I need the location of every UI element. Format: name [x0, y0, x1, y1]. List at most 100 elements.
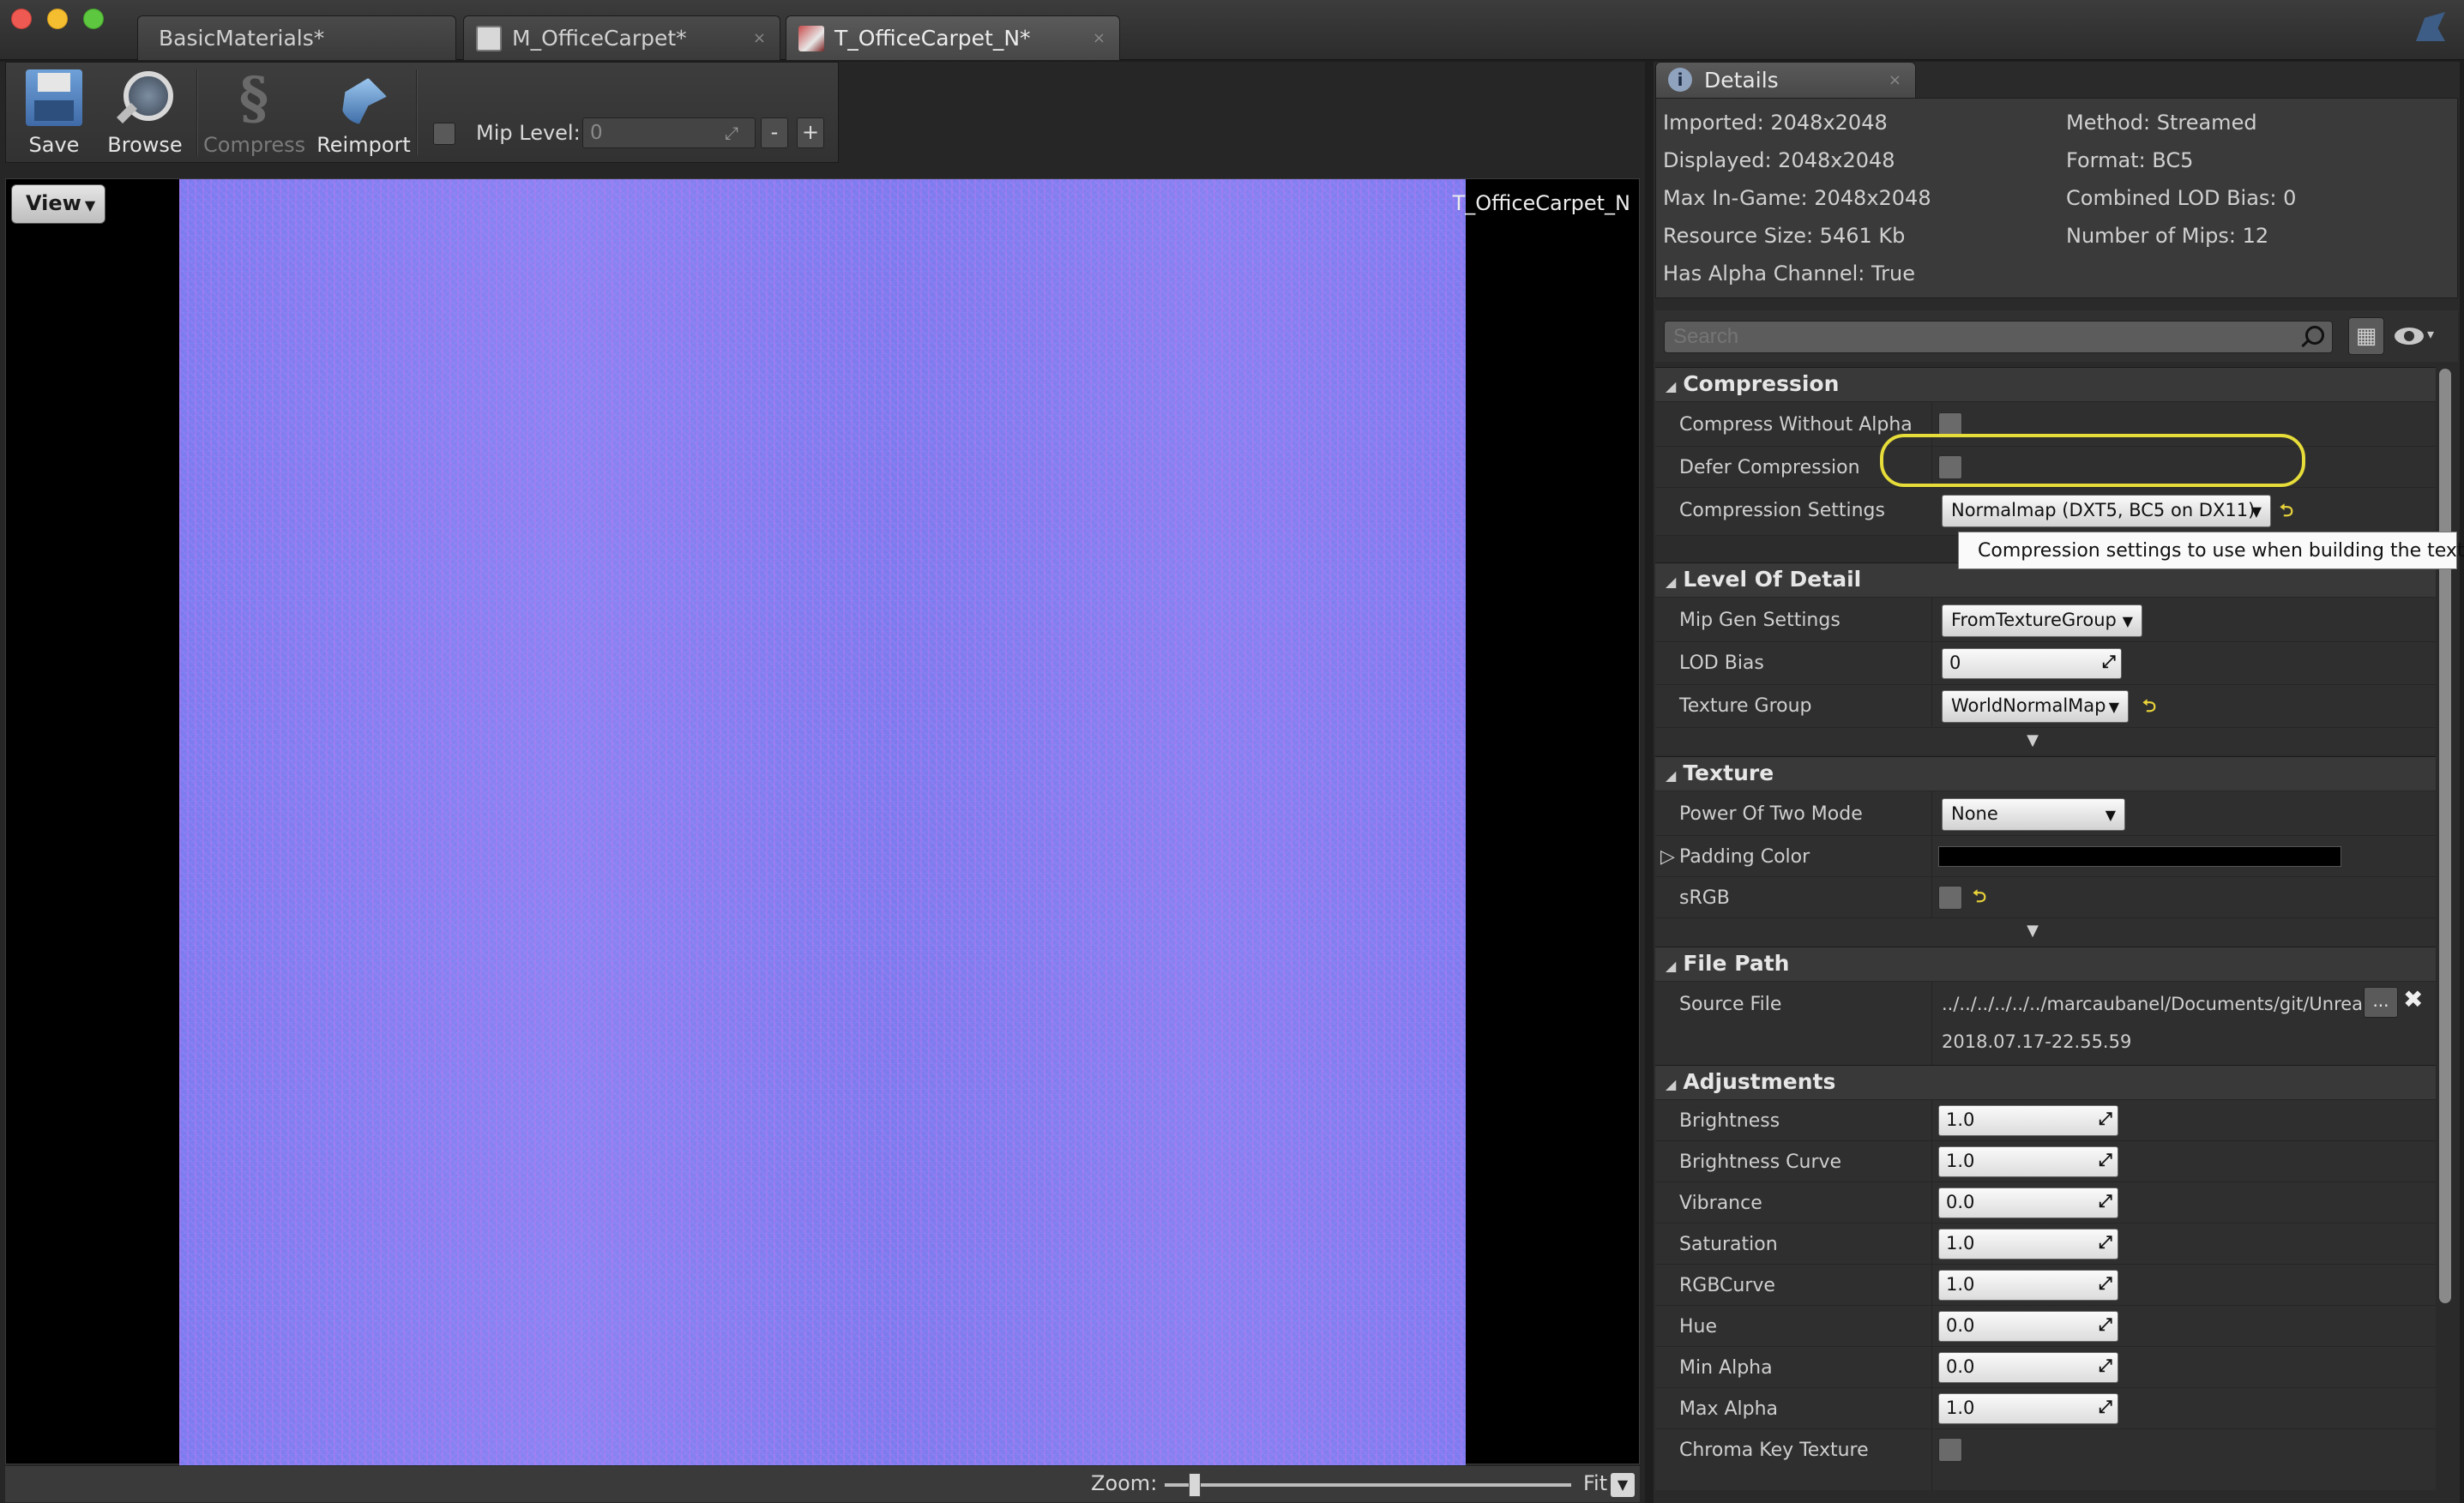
reimport-button[interactable]: Reimport [313, 66, 414, 160]
reset-to-default-icon[interactable]: ⮌ [2142, 694, 2156, 723]
property-label: Power Of Two Mode [1679, 803, 1863, 825]
clear-icon[interactable]: ✖ [2403, 985, 2423, 1013]
info-number-of-mips: Number of Mips: 12 [2066, 224, 2269, 248]
collapse-triangle-icon: ◢ [1666, 378, 1677, 394]
save-label: Save [28, 133, 80, 157]
view-menu-button[interactable]: View ▼ [11, 184, 105, 224]
chevron-down-icon: ▼ [2108, 699, 2119, 715]
category-title: File Path [1683, 951, 1790, 976]
property-label: Brightness [1679, 1110, 1780, 1132]
input-value: 0.0 [1946, 1315, 1975, 1336]
power-of-two-mode-dropdown[interactable]: None ▼ [1942, 798, 2125, 831]
collapse-triangle-icon: ◢ [1666, 958, 1677, 974]
mip-level-checkbox[interactable] [433, 123, 455, 145]
chevron-down-icon[interactable]: ▼ [2015, 731, 2050, 750]
property-matrix-button[interactable]: ▦ [2348, 317, 2384, 355]
chevron-down-icon[interactable]: ▾ [2427, 326, 2434, 342]
info-imported: Imported: 2048x2048 [1663, 111, 1888, 135]
min-alpha-input[interactable]: 0.0 ⤢ [1938, 1352, 2118, 1383]
category-title: Texture [1683, 761, 1774, 785]
compress-button[interactable]: § Compress [203, 66, 305, 160]
column-divider [1931, 1182, 1932, 1223]
info-resource-size: Resource Size: 5461 Kb [1663, 224, 1906, 248]
zoom-slider-track[interactable] [1165, 1483, 1571, 1487]
chevron-down-icon[interactable]: ▼ [2015, 922, 2050, 941]
reset-to-default-icon[interactable]: ⮌ [1973, 884, 1986, 913]
tab-close-icon[interactable]: × [1889, 71, 1901, 89]
tab-close-icon[interactable]: × [753, 29, 766, 47]
category-compression[interactable]: ◢ Compression [1655, 367, 2436, 401]
category-texture[interactable]: ◢ Texture [1655, 756, 2436, 791]
column-divider [1931, 1223, 1932, 1264]
zoom-dropdown-button[interactable]: ▼ [1611, 1473, 1635, 1497]
column-divider [1931, 791, 1932, 835]
max-alpha-input[interactable]: 1.0 ⤢ [1938, 1393, 2118, 1424]
search-input[interactable] [1664, 321, 2333, 353]
srgb-checkbox[interactable] [1938, 886, 1962, 910]
column-divider [1931, 836, 1932, 876]
mip-gen-settings-dropdown[interactable]: FromTextureGroup ▼ [1942, 604, 2142, 637]
tab-close-icon[interactable]: × [1093, 29, 1105, 47]
tab-m-officecarpet[interactable]: M_OfficeCarpet* × [463, 15, 780, 60]
floppy-disk-icon [26, 69, 82, 126]
eye-icon[interactable] [2395, 328, 2424, 345]
expand-triangle-icon[interactable]: ▷ [1660, 846, 1675, 868]
info-has-alpha: Has Alpha Channel: True [1663, 262, 1915, 286]
save-button[interactable]: Save [9, 66, 99, 160]
chevron-down-icon: ▼ [2105, 807, 2116, 823]
category-file-path[interactable]: ◢ File Path [1655, 947, 2436, 981]
info-method: Method: Streamed [2066, 111, 2257, 135]
zoom-slider-thumb[interactable] [1189, 1473, 1201, 1497]
category-adjustments[interactable]: ◢ Adjustments [1655, 1065, 2436, 1099]
vibrance-input[interactable]: 0.0 ⤢ [1938, 1187, 2118, 1218]
window-minimize-button[interactable] [47, 9, 68, 29]
source-file-timestamp: 2018.07.17-22.55.59 [1942, 1031, 2132, 1052]
chevron-down-icon: ▼ [2250, 503, 2262, 520]
brightness-curve-input[interactable]: 1.0 ⤢ [1938, 1146, 2118, 1177]
texture-info-box: Imported: 2048x2048 Displayed: 2048x2048… [1655, 98, 2458, 298]
texture-group-dropdown[interactable]: WorldNormalMap ▼ [1942, 690, 2129, 723]
column-divider [1931, 685, 1932, 727]
input-value: 0 [1949, 652, 1961, 673]
compress-without-alpha-checkbox[interactable] [1938, 412, 1962, 436]
input-value: 1.0 [1946, 1398, 1975, 1418]
property-label: sRGB [1679, 887, 1730, 909]
spin-arrows-icon: ⤢ [2099, 1272, 2112, 1293]
reset-to-default-icon[interactable]: ⮌ [2280, 498, 2293, 527]
tab-basicmaterials[interactable]: BasicMaterials* [137, 15, 456, 60]
search-icon[interactable] [2305, 326, 2324, 345]
input-value: 1.0 [1946, 1109, 1975, 1130]
spin-arrows-icon[interactable]: ⤢ [725, 123, 738, 143]
row-power-of-two-mode: Power Of Two Mode None ▼ [1655, 791, 2436, 835]
source-file-browse-button[interactable]: ... [2364, 987, 2398, 1018]
brightness-input[interactable]: 1.0 ⤢ [1938, 1105, 2118, 1136]
scrollbar-thumb[interactable] [2439, 369, 2451, 1303]
hue-input[interactable]: 0.0 ⤢ [1938, 1311, 2118, 1342]
chroma-key-texture-checkbox[interactable] [1938, 1438, 1962, 1462]
property-label: Brightness Curve [1679, 1151, 1842, 1173]
material-icon [476, 25, 502, 51]
compression-settings-dropdown[interactable]: Normalmap (DXT5, BC5 on DX11) ▼ [1942, 495, 2271, 527]
row-srgb: sRGB ⮌ [1655, 876, 2436, 917]
reimport-icon [335, 69, 392, 126]
tab-label: T_OfficeCarpet_N* [834, 26, 1031, 51]
mip-level-decrement-button[interactable]: - [761, 117, 788, 148]
tab-t-officecarpet-n[interactable]: T_OfficeCarpet_N* × [786, 15, 1120, 60]
property-label: Padding Color [1679, 846, 1810, 868]
window-close-button[interactable] [11, 9, 32, 29]
browse-button[interactable]: Browse [100, 66, 190, 160]
input-value: 1.0 [1946, 1274, 1975, 1295]
lod-bias-input[interactable]: 0 ⤢ [1942, 648, 2122, 679]
mip-level-increment-button[interactable]: + [797, 117, 824, 148]
texture-viewport[interactable]: View ▼ T_OfficeCarpet_N [5, 178, 1640, 1465]
saturation-input[interactable]: 1.0 ⤢ [1938, 1229, 2118, 1260]
magnifier-icon [117, 69, 173, 126]
tab-details[interactable]: i Details × [1655, 62, 1916, 98]
padding-color-swatch[interactable] [1938, 846, 2341, 867]
window-maximize-button[interactable] [83, 9, 104, 29]
highlight-annotation [1880, 434, 2305, 487]
browse-label: Browse [107, 133, 183, 157]
column-divider [1931, 642, 1932, 684]
zoom-bar: Zoom: Fit ▼ [5, 1466, 1640, 1502]
rgbcurve-input[interactable]: 1.0 ⤢ [1938, 1270, 2118, 1301]
